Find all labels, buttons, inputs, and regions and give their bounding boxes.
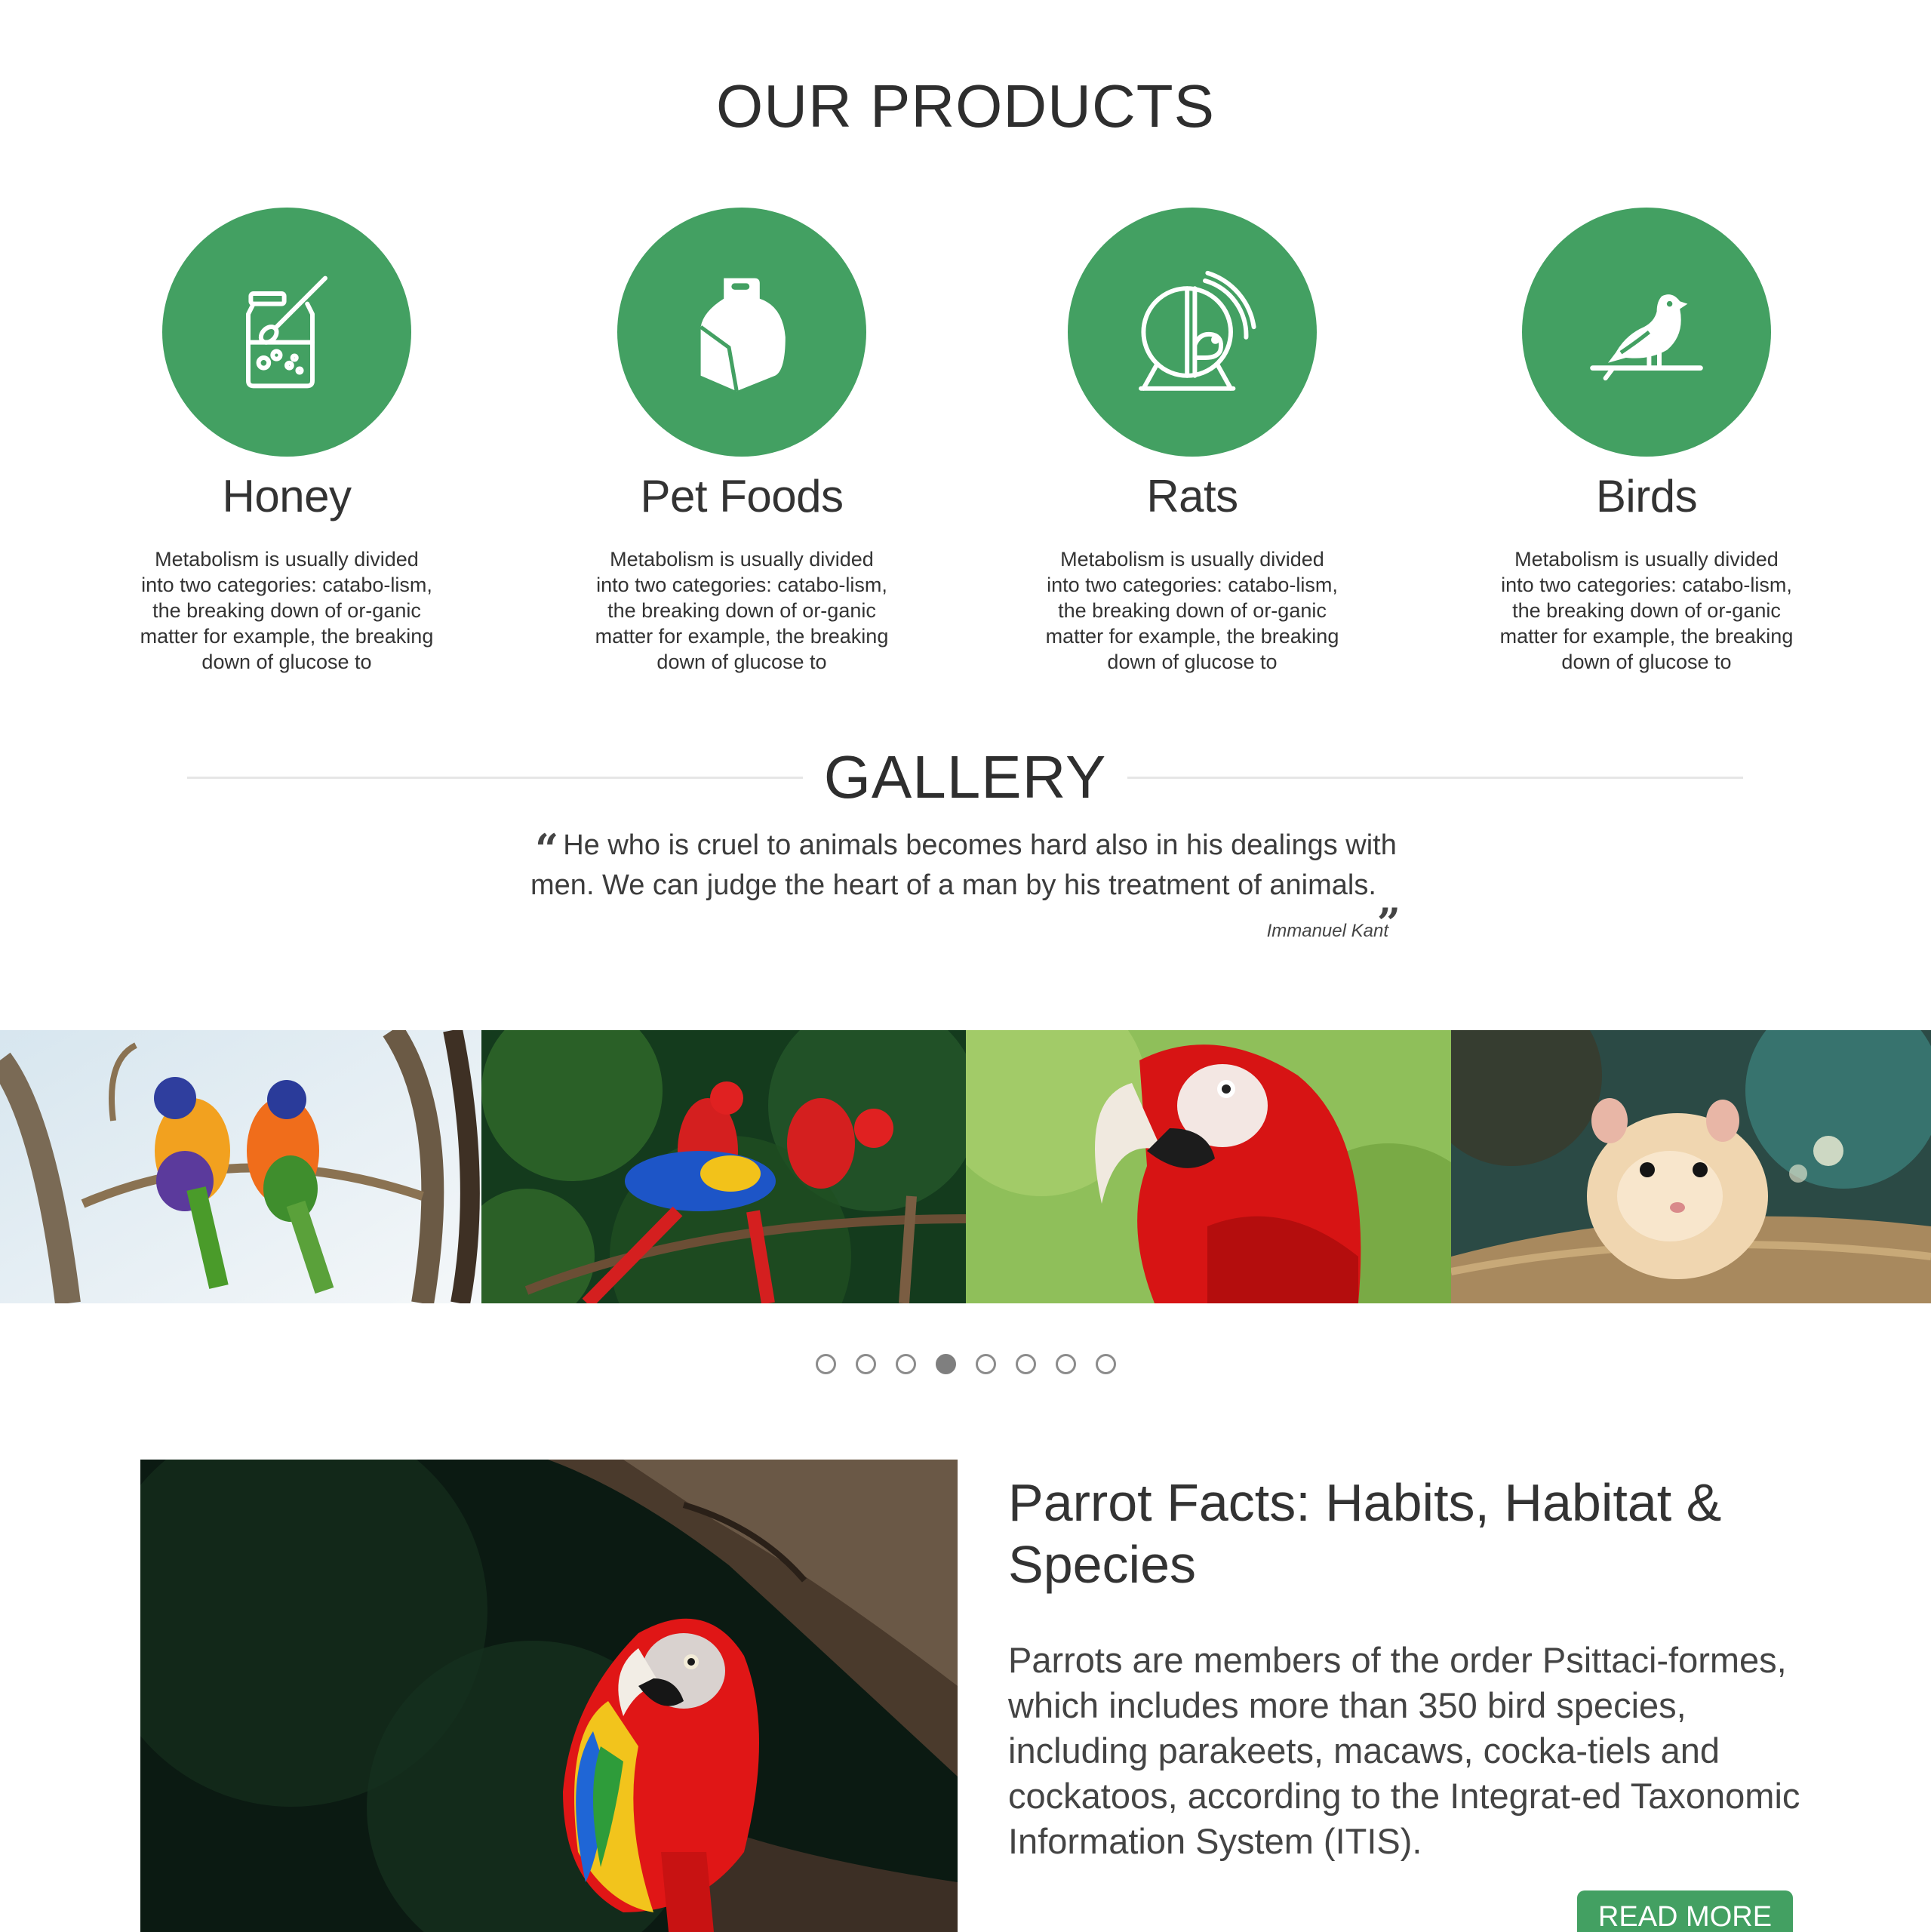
page: OUR PRODUCTS Honey Metabolism is usually… <box>0 0 1931 1932</box>
gallery-photo-macaws[interactable] <box>481 1030 966 1303</box>
product-description: Metabolism is usually divided into two c… <box>140 548 434 673</box>
article-title: Parrot Facts: Habits, Habitat & Species <box>1008 1473 1722 1594</box>
gallery-header: GALLERY <box>187 743 1743 811</box>
carousel-dot-4[interactable] <box>935 1354 956 1374</box>
open-quote-mark: “ <box>535 825 559 873</box>
gallery-photo-scarlet-macaw[interactable] <box>966 1030 1451 1303</box>
product-name: Honey <box>222 471 352 521</box>
bird-on-branch-icon <box>1522 208 1771 457</box>
carousel-dot-3[interactable] <box>895 1354 916 1374</box>
carousel-dot-1[interactable] <box>815 1354 836 1374</box>
carousel-dot-6[interactable] <box>1015 1354 1036 1374</box>
food-bag-icon <box>617 208 866 457</box>
product-pet-foods[interactable]: Pet Foods Metabolism is usually divided … <box>515 208 968 675</box>
gallery-photo-lorikeets[interactable] <box>0 1030 481 1303</box>
quote: “He who is cruel to animals becomes hard… <box>528 823 1404 920</box>
divider <box>1127 776 1743 779</box>
products-title: OUR PRODUCTS <box>716 72 1215 140</box>
product-rats[interactable]: Rats Metabolism is usually divided into … <box>966 208 1419 675</box>
product-honey[interactable]: Honey Metabolism is usually divided into… <box>60 208 513 675</box>
quote-author: Immanuel Kant <box>1266 921 1388 941</box>
read-more-button[interactable]: READ MORE <box>1577 1890 1793 1932</box>
product-description: Metabolism is usually divided into two c… <box>1045 548 1339 673</box>
carousel-dot-8[interactable] <box>1095 1354 1116 1374</box>
gallery-photo-hamster[interactable] <box>1451 1030 1931 1303</box>
article-photo-parrot <box>140 1460 958 1932</box>
product-birds[interactable]: Birds Metabolism is usually divided into… <box>1420 208 1873 675</box>
product-name: Rats <box>1146 471 1238 521</box>
product-name: Pet Foods <box>640 471 844 521</box>
product-description: Metabolism is usually divided into two c… <box>595 548 889 673</box>
product-description: Metabolism is usually divided into two c… <box>1499 548 1794 673</box>
carousel-dot-5[interactable] <box>975 1354 996 1374</box>
article-body: Parrots are members of the order Psittac… <box>1008 1640 1800 1861</box>
gallery-title: GALLERY <box>823 743 1107 811</box>
honey-jar-icon <box>162 208 411 457</box>
carousel-dot-7[interactable] <box>1055 1354 1076 1374</box>
product-name: Birds <box>1595 471 1698 521</box>
gallery-strip <box>0 1030 1931 1303</box>
divider <box>187 776 803 779</box>
quote-text: He who is cruel to animals becomes hard … <box>530 829 1397 901</box>
carousel-pagination <box>0 1354 1931 1377</box>
hamster-wheel-icon <box>1068 208 1317 457</box>
carousel-dot-2[interactable] <box>855 1354 876 1374</box>
close-quote-mark: „ <box>1377 875 1401 924</box>
